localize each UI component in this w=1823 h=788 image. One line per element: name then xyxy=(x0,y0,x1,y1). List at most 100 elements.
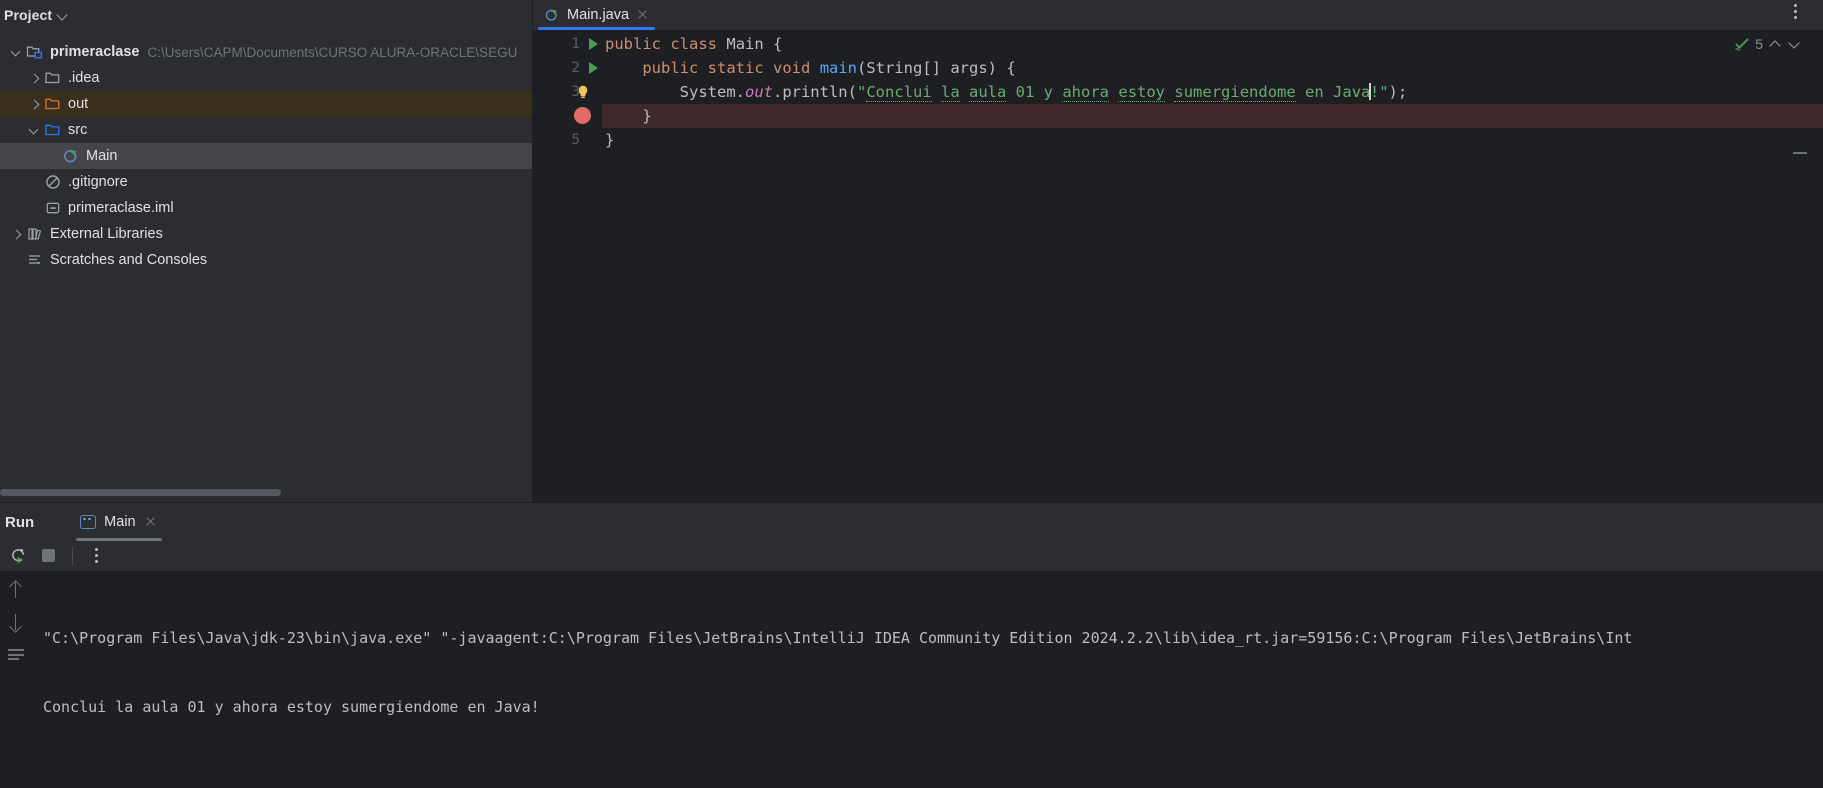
rerun-button[interactable] xyxy=(4,541,34,571)
tree-node-label: Scratches and Consoles xyxy=(50,252,208,268)
tree-node-gitignore[interactable]: .gitignore xyxy=(0,169,532,195)
chevron-right-icon[interactable] xyxy=(10,228,23,241)
gutter-line-2: 2 xyxy=(533,56,602,80)
run-panel-title: Run xyxy=(5,513,35,531)
editor-tab-main-java[interactable]: Main.java xyxy=(533,0,660,30)
tree-node-src[interactable]: src xyxy=(0,117,532,143)
line-number: 5 xyxy=(571,132,580,148)
tree-node-out[interactable]: out xyxy=(0,91,532,117)
project-panel-title: Project xyxy=(4,6,53,23)
console-area: "C:\Program Files\Java\jdk-23\bin\java.e… xyxy=(0,571,1823,788)
project-panel-header[interactable]: Project xyxy=(0,0,532,29)
project-path-label: C:\Users\CAPM\Documents\CURSO ALURA-ORAC… xyxy=(147,44,518,60)
chevron-down-icon[interactable] xyxy=(1787,37,1801,51)
code-line-1: public class Main { xyxy=(605,35,783,53)
chevron-down-icon[interactable] xyxy=(57,9,69,21)
toolbar-separator xyxy=(72,547,73,565)
chevron-right-icon[interactable] xyxy=(28,98,41,111)
editor-tabbar: Main.java xyxy=(533,0,1823,30)
project-tool-window: Project primeraclase C:\Users\CAPM\Docum… xyxy=(0,0,533,502)
console-output[interactable]: "C:\Program Files\Java\jdk-23\bin\java.e… xyxy=(31,571,1823,788)
tree-node-main[interactable]: Main xyxy=(0,143,532,169)
console-side-toolbar xyxy=(0,571,31,788)
code-editor[interactable]: public class Main { public static void m… xyxy=(602,30,1823,502)
gutter-line-4 xyxy=(533,104,602,128)
scroll-down-icon[interactable] xyxy=(7,613,25,631)
close-icon[interactable] xyxy=(144,515,158,529)
chevron-down-icon[interactable] xyxy=(28,124,41,137)
gutter-line-1: 1 xyxy=(533,32,602,56)
run-icon[interactable] xyxy=(584,59,602,77)
more-options-icon[interactable] xyxy=(81,541,111,571)
iml-file-icon xyxy=(44,199,62,217)
top-area: Project primeraclase C:\Users\CAPM\Docum… xyxy=(0,0,1823,502)
code-line-2: public static void main(String[] args) { xyxy=(642,59,1016,77)
java-class-icon xyxy=(62,147,80,165)
code-fold-marker[interactable] xyxy=(1793,152,1807,154)
tree-node-label: src xyxy=(68,122,88,138)
close-icon[interactable] xyxy=(636,8,650,22)
rerun-icon xyxy=(10,547,27,564)
tree-node-label: .gitignore xyxy=(68,174,128,190)
console-icon xyxy=(80,515,97,529)
tree-node-scratches[interactable]: Scratches and Consoles xyxy=(0,247,532,273)
code-line-5: } xyxy=(605,131,615,149)
console-line: Conclui la aula 01 y ahora estoy sumergi… xyxy=(43,698,540,716)
tree-node-external-libraries[interactable]: External Libraries xyxy=(0,221,532,247)
tree-node-label: primeraclase xyxy=(50,44,140,60)
breakpoint-icon[interactable] xyxy=(574,107,591,124)
tree-node-idea[interactable]: .idea xyxy=(0,65,532,91)
soft-wrap-icon[interactable] xyxy=(7,645,25,663)
gutter-line-3: 3 xyxy=(533,80,602,104)
gutter-line-5: 5 xyxy=(533,128,602,152)
more-options-icon[interactable] xyxy=(1787,4,1803,24)
editor-gutter[interactable]: 1 2 3 5 xyxy=(533,30,602,502)
gitignore-icon xyxy=(44,173,62,191)
inspections-count: 5 xyxy=(1755,36,1763,52)
ide-window: Project primeraclase C:\Users\CAPM\Docum… xyxy=(0,0,1823,788)
line-number: 2 xyxy=(571,60,580,76)
chevron-right-icon[interactable] xyxy=(28,72,41,85)
chevron-up-icon[interactable] xyxy=(1768,37,1782,51)
code-line-4: } xyxy=(602,104,1823,128)
run-tab-label: Main xyxy=(104,514,136,530)
run-tool-window: Run Main "C:\Program Files\Java\jdk-23\b… xyxy=(0,502,1823,788)
console-line: "C:\Program Files\Java\jdk-23\bin\java.e… xyxy=(43,629,1633,647)
tree-node-label: out xyxy=(68,96,89,112)
inspections-ok-icon xyxy=(1734,37,1750,51)
java-class-icon xyxy=(544,7,560,23)
scroll-up-icon[interactable] xyxy=(7,581,25,599)
project-tree: primeraclase C:\Users\CAPM\Documents\CUR… xyxy=(0,29,532,502)
stop-icon xyxy=(42,549,55,562)
inspections-widget[interactable]: 5 xyxy=(1734,36,1801,52)
folder-icon xyxy=(44,69,62,87)
library-icon xyxy=(26,225,44,243)
project-folder-icon xyxy=(26,43,44,61)
line-number: 1 xyxy=(571,36,580,52)
tree-node-iml[interactable]: primeraclase.iml xyxy=(0,195,532,221)
tree-node-label: External Libraries xyxy=(50,226,163,242)
tree-node-label: Main xyxy=(86,148,118,164)
tree-node-label: .idea xyxy=(68,70,100,86)
run-tab-main[interactable]: Main xyxy=(70,503,167,541)
run-panel-header: Run Main xyxy=(0,503,1823,541)
project-horizontal-scrollbar[interactable] xyxy=(0,489,281,496)
intention-bulb-icon[interactable] xyxy=(573,82,593,102)
editor-body: 1 2 3 5 public class Main {public stati… xyxy=(533,30,1823,502)
run-icon[interactable] xyxy=(584,35,602,53)
tree-node-label: primeraclase.iml xyxy=(68,200,174,216)
stop-button[interactable] xyxy=(34,541,64,571)
scratches-icon xyxy=(26,251,44,269)
folder-orange-icon xyxy=(44,95,62,113)
run-toolbar xyxy=(0,541,1823,571)
code-line-3: System.out.println("Conclui la aula 01 y… xyxy=(605,83,1408,102)
tree-node-primeraclase[interactable]: primeraclase C:\Users\CAPM\Documents\CUR… xyxy=(0,39,532,65)
editor-tab-label: Main.java xyxy=(567,7,630,23)
folder-source-icon xyxy=(44,121,62,139)
chevron-down-icon[interactable] xyxy=(10,46,23,59)
editor-area: Main.java 1 2 3 5 public class Main {pu… xyxy=(533,0,1823,502)
